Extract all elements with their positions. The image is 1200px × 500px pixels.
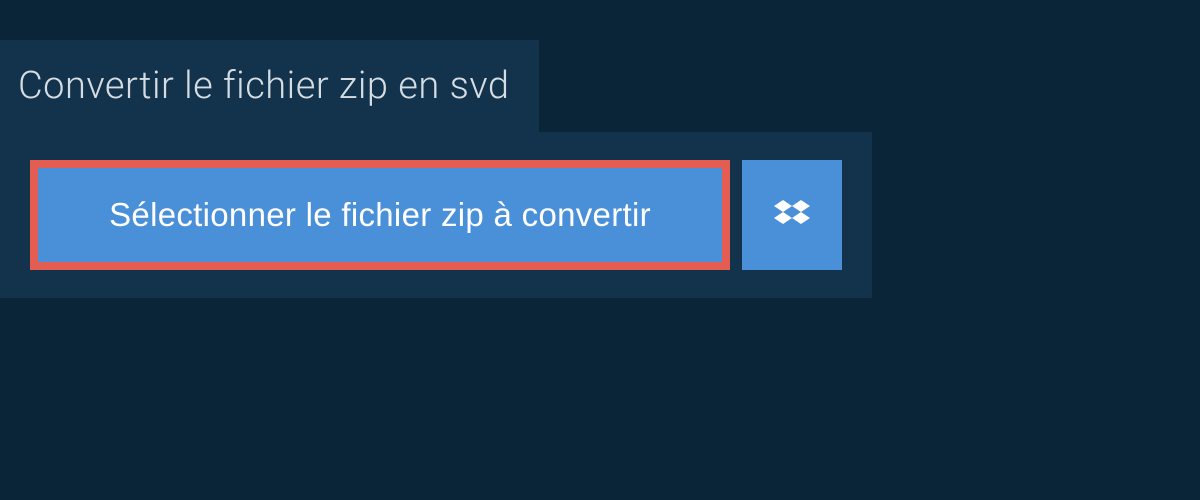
select-file-button[interactable]: Sélectionner le fichier zip à convertir	[30, 160, 730, 270]
content-section: Sélectionner le fichier zip à convertir	[0, 132, 872, 298]
dropbox-icon	[774, 197, 810, 233]
main-container: Convertir le fichier zip en svd Sélectio…	[0, 0, 1200, 298]
header-section: Convertir le fichier zip en svd	[0, 40, 539, 132]
button-row: Sélectionner le fichier zip à convertir	[30, 160, 842, 270]
dropbox-button[interactable]	[742, 160, 842, 270]
page-title: Convertir le fichier zip en svd	[18, 64, 509, 108]
